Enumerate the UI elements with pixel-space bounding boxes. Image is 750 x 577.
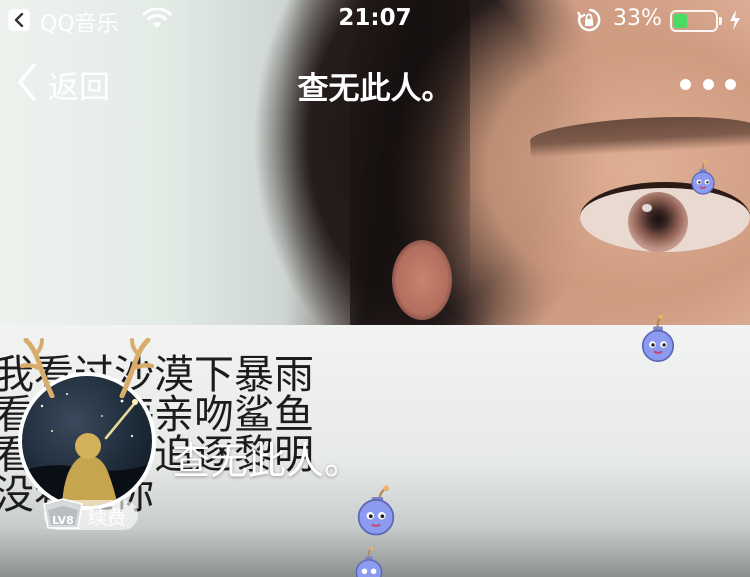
- battery-fill: [674, 14, 687, 28]
- cover-photo-brow: [529, 112, 750, 158]
- chevron-left-icon: [16, 62, 38, 106]
- ellipsis-icon: [702, 78, 714, 90]
- rotation-lock-icon: [576, 7, 602, 39]
- battery-percent: 33%: [613, 6, 662, 31]
- back-button-label: 返回: [48, 69, 110, 106]
- bomb-sticker-icon: [354, 484, 398, 540]
- cover-photo-eye: [580, 182, 750, 252]
- vip-level-badge: LV8: [40, 498, 86, 536]
- status-bar: QQ音乐 21:07 33%: [0, 0, 750, 40]
- more-button[interactable]: [680, 72, 736, 96]
- renew-vip-label: 续费: [88, 507, 127, 529]
- battery-icon: [670, 10, 722, 32]
- bomb-sticker-icon: [690, 160, 716, 200]
- page-title: 查无此人。: [297, 71, 453, 107]
- profile-name: 查无此人。: [172, 439, 363, 483]
- bomb-sticker-icon: [640, 314, 676, 368]
- avatar-container[interactable]: [18, 337, 156, 510]
- antler-left-icon: [18, 337, 64, 402]
- ellipsis-icon: [680, 78, 691, 90]
- profile-screen: 我看过沙漠下暴雨 看过大海亲吻鲨鱼 看过黄昏追逐黎明 没看过你 QQ音乐 21:…: [0, 0, 750, 577]
- antler-right-icon: [110, 337, 156, 402]
- cover-photo: [0, 0, 750, 325]
- charging-bolt-icon: [728, 9, 742, 37]
- ellipsis-icon: [725, 78, 736, 90]
- bomb-sticker-icon: [354, 546, 384, 577]
- battery-nub: [719, 17, 722, 25]
- vip-level-text: LV8: [52, 514, 74, 527]
- back-button[interactable]: 返回: [16, 62, 110, 106]
- cover-photo-ear: [392, 240, 452, 320]
- cover-photo-iris: [628, 192, 688, 252]
